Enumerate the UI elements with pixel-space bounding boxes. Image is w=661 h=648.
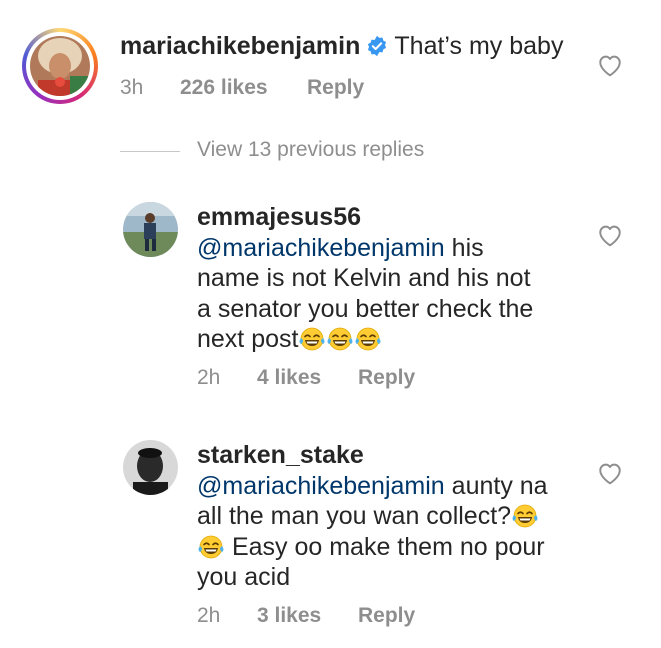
reply-text-line: you acid xyxy=(197,563,291,591)
comment-body: mariachikebenjamin That’s my baby xyxy=(120,31,563,62)
reply-likes[interactable]: 3 likes xyxy=(257,604,321,628)
reply-username[interactable]: starken_stake xyxy=(197,441,364,469)
face-with-tears-of-joy-icon xyxy=(354,326,382,352)
heart-outline-icon[interactable] xyxy=(597,223,623,247)
reply-button[interactable]: Reply xyxy=(358,604,415,628)
reply-text-line: name is not Kelvin and his not xyxy=(197,264,531,292)
heart-outline-icon[interactable] xyxy=(597,461,623,485)
comment-text: That’s my baby xyxy=(394,32,564,60)
reply-meta: 2h 3 likes Reply xyxy=(197,604,497,630)
reply-text-line: aunty na xyxy=(451,471,548,500)
face-with-tears-of-joy-icon xyxy=(326,326,354,352)
comment-meta: 3h 226 likes Reply xyxy=(120,76,420,102)
reply-text-line: Easy oo make them no pour xyxy=(231,532,545,561)
reply-text-line: his xyxy=(451,233,484,262)
reply-comment: starken_stake @mariachikebenjamin aunty … xyxy=(0,428,661,643)
avatar-mariachikebenjamin[interactable] xyxy=(30,36,90,96)
reply-text-line: next post xyxy=(197,325,299,353)
face-with-tears-of-joy-icon xyxy=(298,326,326,352)
reply-comment: emmajesus56 @mariachikebenjamin his name… xyxy=(0,190,661,400)
verified-badge-icon xyxy=(366,35,388,57)
comment-likes[interactable]: 226 likes xyxy=(180,76,268,100)
reply-mention[interactable]: @mariachikebenjamin xyxy=(197,234,445,262)
reply-time: 2h xyxy=(197,366,221,389)
view-replies-label[interactable]: View 13 previous replies xyxy=(197,138,424,162)
comment-time: 3h xyxy=(120,76,144,99)
avatar-emmajesus56[interactable] xyxy=(123,202,178,257)
reply-body: starken_stake @mariachikebenjamin aunty … xyxy=(197,440,597,593)
reply-mention[interactable]: @mariachikebenjamin xyxy=(197,472,445,500)
heart-outline-icon[interactable] xyxy=(597,53,623,77)
face-with-tears-of-joy-icon xyxy=(511,503,539,529)
face-with-tears-of-joy-icon xyxy=(197,534,225,560)
view-previous-replies[interactable]: View 13 previous replies xyxy=(120,138,450,166)
reply-username[interactable]: emmajesus56 xyxy=(197,203,361,231)
reply-body: emmajesus56 @mariachikebenjamin his name… xyxy=(197,202,597,355)
avatar-starken_stake[interactable] xyxy=(123,440,178,495)
main-comment: mariachikebenjamin That’s my baby 3h 226 … xyxy=(0,0,661,120)
reply-meta: 2h 4 likes Reply xyxy=(197,366,497,392)
reply-text-line: a senator you better check the xyxy=(197,294,534,323)
reply-likes[interactable]: 4 likes xyxy=(257,366,321,390)
reply-time: 2h xyxy=(197,604,221,627)
replies-divider xyxy=(120,151,180,152)
reply-text-line: all the man you wan collect? xyxy=(197,502,512,530)
reply-button[interactable]: Reply xyxy=(358,366,415,390)
comment-username[interactable]: mariachikebenjamin xyxy=(120,32,360,60)
reply-button[interactable]: Reply xyxy=(307,76,364,100)
